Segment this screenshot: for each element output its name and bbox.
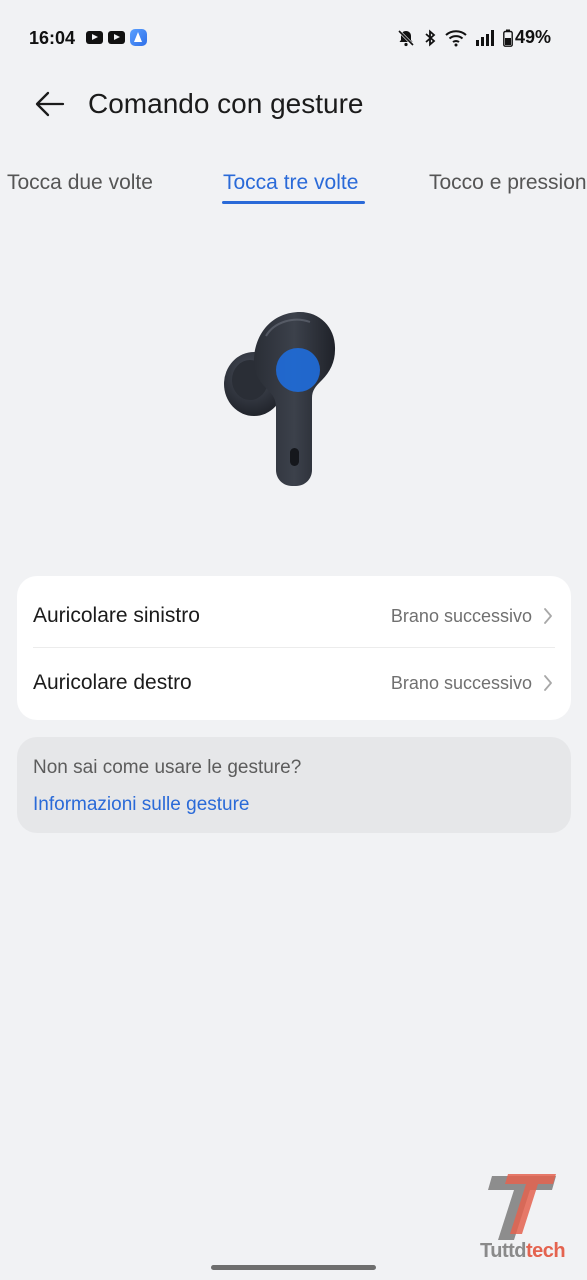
earbud-illustration [224, 312, 336, 486]
mute-bell-icon [397, 29, 415, 46]
watermark-text-main: Tuttd [480, 1240, 527, 1262]
youtube-icon [108, 31, 125, 44]
left-earbud-label: Auricolare sinistro [33, 604, 200, 627]
gesture-tabs: Tocca due volte Tocca tre volte Tocco e … [0, 165, 587, 210]
bluetooth-icon [425, 29, 436, 46]
status-time: 16:04 [29, 28, 76, 48]
tab-double-tap[interactable]: Tocca due volte [7, 171, 153, 195]
gesture-help-card: Non sai come usare le gesture? Informazi… [17, 737, 571, 833]
chevron-right-icon [544, 608, 552, 624]
arrow-left-icon [35, 91, 65, 117]
system-icons: 49% [397, 27, 551, 48]
youtube-icon [86, 31, 103, 44]
tab-active-indicator [222, 201, 365, 204]
chevron-right-icon [544, 675, 552, 691]
screen: 16:04 49% Comando con gesture Tocca due … [0, 0, 587, 1280]
battery-percent: 49% [514, 27, 551, 47]
left-earbud-row[interactable]: Auricolare sinistro Brano successivo [17, 580, 571, 652]
app-a-icon [130, 29, 147, 46]
tab-triple-tap[interactable]: Tocca tre volte [223, 171, 358, 195]
right-earbud-value: Brano successivo [390, 672, 532, 693]
tab-tap-and-hold[interactable]: Tocco e pressione [429, 171, 587, 195]
watermark-text-accent: tech [526, 1240, 566, 1262]
right-earbud-label: Auricolare destro [33, 671, 192, 694]
gesture-nav-handle[interactable] [211, 1265, 376, 1270]
help-question: Non sai come usare le gesture? [33, 757, 302, 778]
back-button[interactable] [30, 84, 70, 124]
left-earbud-value: Brano successivo [390, 605, 532, 626]
notification-icons [86, 29, 147, 46]
watermark-text: Tuttdtech [480, 1240, 566, 1263]
page-title: Comando con gesture [88, 88, 364, 119]
wifi-icon [445, 29, 467, 46]
status-bar: 16:04 49% [0, 0, 587, 78]
signal-icon [475, 29, 494, 46]
gesture-info-link[interactable]: Informazioni sulle gesture [33, 794, 250, 816]
battery-icon [503, 29, 513, 47]
battery-indicator: 49% [503, 27, 551, 48]
right-earbud-row[interactable]: Auricolare destro Brano successivo [17, 647, 571, 719]
earbud-settings-card: Auricolare sinistro Brano successivo Aur… [17, 576, 571, 720]
